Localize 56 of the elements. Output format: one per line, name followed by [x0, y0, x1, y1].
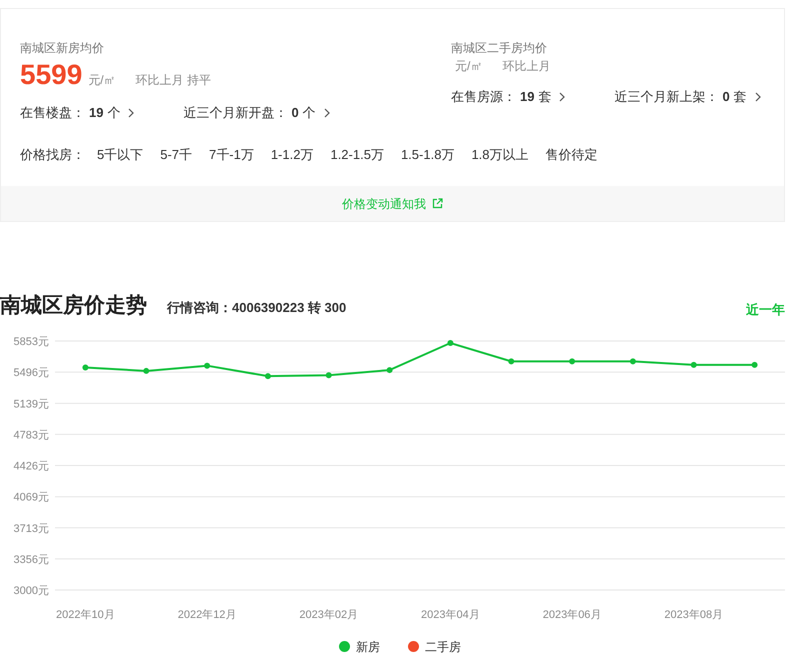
chevron-right-icon: [559, 92, 566, 102]
hotline-text: 行情咨询：4006390223 转 300: [167, 299, 346, 317]
price-filter-link[interactable]: 5千以下: [97, 144, 144, 164]
x-axis-label: 2023年06月: [542, 608, 602, 620]
price-filter-link[interactable]: 1.5-1.8万: [400, 144, 454, 164]
x-axis-label: 2023年04月: [421, 608, 480, 620]
price-unit: 元/㎡: [88, 72, 116, 89]
chevron-right-icon: [128, 108, 136, 118]
data-point: [630, 358, 636, 364]
data-point: [447, 340, 454, 346]
x-axis-label: 2022年12月: [178, 608, 236, 620]
data-point: [386, 366, 393, 373]
month-change: 环比上月 持平: [136, 72, 211, 89]
data-point: [690, 361, 697, 368]
y-axis-label: 3713元: [14, 522, 49, 534]
filter-label: 价格找房：: [20, 146, 85, 164]
x-axis-label: 2023年08月: [664, 608, 724, 620]
price-filter-link[interactable]: 1.2-1.5万: [330, 144, 384, 164]
data-point: [508, 358, 514, 364]
month-change: 环比上月: [502, 58, 550, 75]
y-axis-label: 3000元: [14, 584, 49, 596]
stat-link[interactable]: 在售楼盘： 19 个: [20, 103, 136, 122]
data-point: [264, 372, 271, 379]
price-filter-link[interactable]: 1-1.2万: [270, 144, 314, 164]
trend-title: 南城区房价走势: [0, 292, 147, 319]
y-axis-label: 3356元: [14, 553, 49, 566]
price-filter-link[interactable]: 1.8万以上: [471, 144, 529, 164]
price-filter-link[interactable]: 7千-1万: [209, 144, 254, 164]
second-price-title: 南城区二手房均价: [451, 40, 548, 57]
stat-link[interactable]: 在售房源： 19 套: [451, 87, 566, 106]
chevron-right-icon: [754, 92, 762, 102]
legend-label: 二手房: [425, 638, 461, 656]
y-axis-label: 4069元: [14, 491, 49, 504]
data-point: [82, 364, 88, 370]
x-axis-label: 2022年10月: [56, 608, 115, 620]
legend-label: 新房: [356, 638, 380, 656]
y-axis-label: 4783元: [14, 428, 49, 441]
y-axis-label: 5139元: [14, 398, 49, 410]
y-axis-label: 5496元: [14, 366, 49, 379]
external-link-icon: [432, 198, 443, 209]
data-point: [204, 362, 210, 368]
price-unit: 元/㎡: [455, 58, 482, 75]
data-point: [143, 367, 150, 374]
new-price-title: 南城区新房均价: [20, 40, 105, 57]
data-point: [569, 358, 576, 364]
new-price-value: 5599: [20, 59, 82, 91]
data-point: [752, 361, 758, 368]
stat-link[interactable]: 近三个月新开盘： 0 个: [183, 103, 331, 122]
x-axis-label: 2023年02月: [299, 608, 358, 620]
price-filter-link[interactable]: 5-7千: [160, 144, 192, 164]
chevron-right-icon: [324, 108, 331, 118]
stat-link[interactable]: 近三个月新上架： 0 套: [614, 87, 762, 106]
y-axis-label: 5853元: [14, 336, 49, 348]
price-filter-link[interactable]: 售价待定: [546, 144, 598, 164]
y-axis-label: 4426元: [14, 460, 49, 472]
data-point: [326, 372, 332, 378]
